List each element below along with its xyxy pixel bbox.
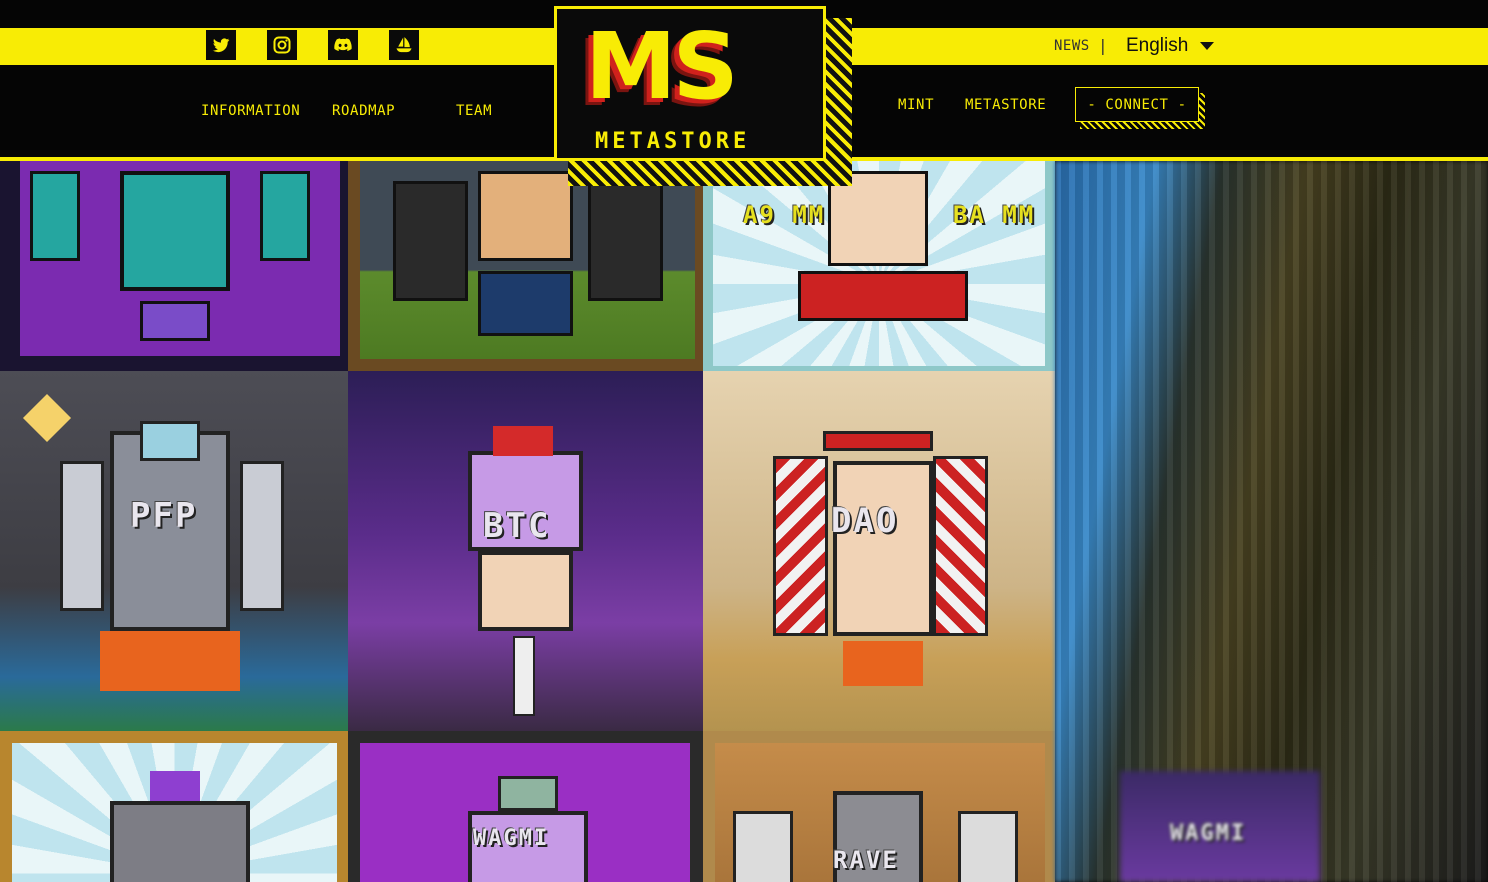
robot-head (120, 171, 230, 291)
news-link[interactable]: NEWS (1054, 38, 1090, 54)
tile-label: RAVE (833, 846, 899, 874)
robot-dome (140, 421, 200, 461)
nav-information[interactable]: INFORMATION (201, 103, 300, 119)
nft-tile[interactable] (348, 161, 703, 371)
separator: | (1098, 36, 1108, 55)
stick (513, 636, 535, 716)
instagram-icon[interactable] (267, 30, 297, 60)
hero-cape (798, 271, 968, 321)
nav-metastore[interactable]: METASTORE (965, 97, 1046, 113)
nft-tile[interactable] (0, 731, 348, 882)
dao-rocket (933, 456, 988, 636)
nav-roadmap[interactable]: ROADMAP (332, 103, 395, 119)
speaker (588, 181, 663, 301)
nft-gallery: A9 MM BA MM PFP BTC DAO WAGMI RAVE WAGMI (0, 161, 1488, 882)
site-logo[interactable]: MS METASTORE (554, 6, 852, 186)
logo-badge: MS METASTORE (554, 6, 826, 161)
rocket-flame (100, 631, 240, 691)
side-rocket (60, 461, 104, 611)
robot-head (110, 801, 250, 882)
nft-tile[interactable]: WAGMI (348, 731, 703, 882)
tile-label: WAGMI (1170, 821, 1247, 846)
ghost (733, 811, 793, 882)
connect-button[interactable]: - CONNECT - (1075, 87, 1199, 122)
discord-icon[interactable] (328, 30, 358, 60)
tile-label: A9 MM (743, 201, 826, 229)
nft-tile[interactable]: PFP (0, 371, 348, 731)
dao-flame (843, 641, 923, 686)
chevron-down-icon[interactable] (1200, 42, 1214, 50)
connect-wallet[interactable]: - CONNECT - (1075, 87, 1205, 129)
nav-mint[interactable]: MINT (898, 97, 934, 113)
robot-body (140, 301, 210, 341)
bow (493, 426, 553, 456)
nft-tile[interactable]: DAO (703, 371, 1055, 731)
tile-label: BTC (483, 506, 551, 546)
ghost (958, 811, 1018, 882)
tile-label: BA MM (953, 201, 1036, 229)
opensea-icon[interactable] (389, 30, 419, 60)
logo-monogram: MS (585, 13, 739, 120)
wagmi-top (498, 776, 558, 811)
btc-face (478, 551, 573, 631)
tile-label: PFP (130, 496, 198, 536)
robot-arm (30, 171, 80, 261)
sparkle-icon (22, 393, 72, 443)
side-rocket (240, 461, 284, 611)
dao-face (833, 461, 933, 636)
antenna (150, 771, 200, 801)
nft-tile[interactable]: RAVE (703, 731, 1055, 882)
dao-rocket (773, 456, 828, 636)
nft-tile[interactable]: BTC (348, 371, 703, 731)
dj-monitor (478, 271, 573, 336)
twitter-icon[interactable] (206, 30, 236, 60)
speaker (393, 181, 468, 301)
logo-wordmark: METASTORE (595, 129, 751, 154)
tile-label: DAO (831, 501, 899, 541)
language-selector[interactable]: English (1126, 35, 1188, 57)
robot-arm (260, 171, 310, 261)
social-links (206, 30, 419, 60)
nft-tile[interactable]: A9 MM BA MM (703, 161, 1055, 376)
tile-label: WAGMI (473, 826, 550, 851)
nav-team[interactable]: TEAM (456, 103, 492, 119)
nft-tile[interactable] (0, 161, 348, 371)
dao-hat (823, 431, 933, 451)
